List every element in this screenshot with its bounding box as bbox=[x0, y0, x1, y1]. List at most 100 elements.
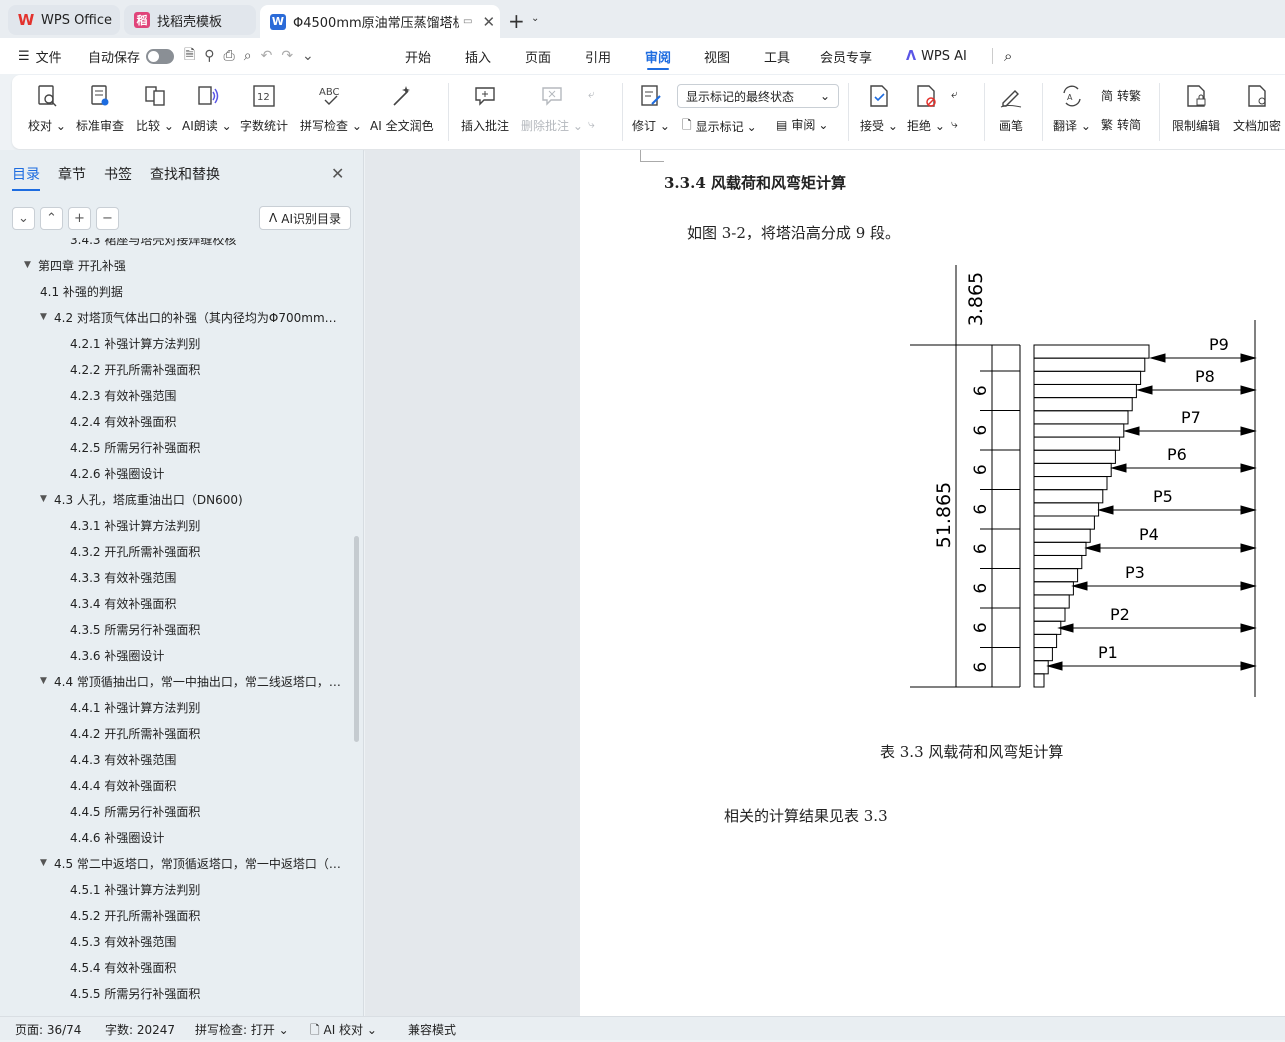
ai-read-button[interactable]: AI朗读 ⌄ bbox=[182, 83, 232, 134]
next-comment-icon[interactable]: ⤷ bbox=[588, 117, 595, 132]
std-review-button[interactable]: 标准审查 bbox=[76, 83, 124, 134]
toc-item[interactable]: 4.4.3 有效补强范围 bbox=[70, 746, 176, 772]
tab-document[interactable]: W Φ4500mm原油常压蒸馏塔机 ▭ ✕ bbox=[260, 5, 500, 38]
toc-item[interactable]: ▼ 第四章 开孔补强 bbox=[24, 252, 126, 278]
toc-scrollbar[interactable] bbox=[354, 536, 359, 742]
markup-state-select[interactable]: 显示标记的最终状态 ⌄ bbox=[677, 84, 839, 108]
expand-all-button[interactable]: ⌄ bbox=[12, 207, 35, 230]
toc-item[interactable]: 4.1 补强的判据 bbox=[40, 278, 123, 304]
tab-chapters[interactable]: 章节 bbox=[58, 164, 86, 184]
autosave-toggle[interactable]: 自动保存 bbox=[88, 38, 175, 74]
translate-button[interactable]: A 翻译 ⌄ bbox=[1053, 83, 1091, 134]
expand-caret-icon[interactable]: ▼ bbox=[40, 494, 54, 504]
spell-button[interactable]: ABC 拼写检查 ⌄ bbox=[300, 83, 362, 134]
toc-item[interactable]: ▼ 4.5 常二中返塔口，常顶循返塔口，常一中返塔口（… bbox=[40, 850, 341, 876]
redo-icon[interactable]: ↷ bbox=[281, 48, 302, 64]
page-count[interactable]: 页面: 36/74 bbox=[15, 1021, 81, 1038]
show-markup-button[interactable]: 🗋 显示标记 ⌄ bbox=[682, 116, 757, 137]
encrypt-button[interactable]: 文档加密 bbox=[1233, 83, 1281, 134]
toc-item[interactable]: 4.2.6 补强圈设计 bbox=[70, 460, 164, 486]
collapse-all-button[interactable]: ⌃ bbox=[40, 207, 63, 230]
close-pane-icon[interactable]: ✕ bbox=[331, 164, 344, 183]
toc-item[interactable]: 4.5.1 补强计算方法判别 bbox=[70, 876, 200, 902]
wordcount-button[interactable]: 12 字数统计 bbox=[240, 83, 288, 134]
toc-item[interactable]: 4.2.2 开孔所需补强面积 bbox=[70, 356, 200, 382]
menu-reference[interactable]: 引用 bbox=[585, 38, 611, 74]
ai-polish-button[interactable]: AI 全文润色 bbox=[370, 83, 434, 134]
more-chevron-icon[interactable]: ⌄ bbox=[302, 48, 323, 64]
link-icon[interactable]: ⚲ bbox=[204, 48, 223, 64]
toc-item[interactable]: ▼ 4.3 人孔，塔底重油出口（DN600) bbox=[40, 486, 243, 512]
expand-caret-icon[interactable]: ▼ bbox=[40, 858, 54, 868]
file-menu[interactable]: ☰ 文件 bbox=[18, 38, 62, 74]
ai-toc-button[interactable]: Ʌ AI识别目录 bbox=[259, 206, 351, 230]
section-heading[interactable]: 3.3.4 风载荷和风弯矩计算 bbox=[664, 172, 846, 193]
proof-button[interactable]: 校对 ⌄ bbox=[28, 83, 66, 134]
word-count[interactable]: 字数: 20247 bbox=[105, 1021, 175, 1038]
new-tab-button[interactable]: + bbox=[508, 9, 525, 33]
menu-start[interactable]: 开始 bbox=[405, 38, 431, 74]
tab-bookmarks[interactable]: 书签 bbox=[104, 164, 132, 184]
reject-button[interactable]: 拒绝 ⌄ bbox=[907, 83, 945, 134]
search-icon[interactable]: ⌕ bbox=[1004, 38, 1012, 74]
menu-tools[interactable]: 工具 bbox=[764, 38, 790, 74]
save-icon[interactable]: 🗎 bbox=[184, 44, 204, 68]
tab-find-replace[interactable]: 查找和替换 bbox=[150, 164, 220, 184]
to-traditional-button[interactable]: 简转繁 bbox=[1101, 87, 1141, 104]
tab-toc[interactable]: 目录 bbox=[12, 164, 40, 191]
toc-item[interactable]: 4.4.2 开孔所需补强面积 bbox=[70, 720, 200, 746]
expand-caret-icon[interactable]: ▼ bbox=[40, 676, 54, 686]
toc-item[interactable]: 4.3.1 补强计算方法判别 bbox=[70, 512, 200, 538]
add-level-button[interactable]: + bbox=[68, 207, 91, 230]
ai-proof-status[interactable]: 🗋 AI 校对 ⌄ bbox=[310, 1021, 377, 1042]
toc-item[interactable]: 4.2.4 有效补强面积 bbox=[70, 408, 176, 434]
toc-item[interactable]: 4.4.4 有效补强面积 bbox=[70, 772, 176, 798]
table-caption[interactable]: 表 3.3 风载荷和风弯矩计算 bbox=[880, 741, 1063, 762]
menu-member[interactable]: 会员专享 bbox=[820, 38, 872, 74]
toc-item[interactable]: 4.2.1 补强计算方法判别 bbox=[70, 330, 200, 356]
revise-button[interactable]: 修订 ⌄ bbox=[632, 83, 670, 134]
accept-button[interactable]: 接受 ⌄ bbox=[860, 83, 898, 134]
print-icon[interactable]: ⎙ bbox=[224, 48, 244, 64]
prev-comment-icon[interactable]: ⤶ bbox=[588, 87, 595, 102]
expand-caret-icon[interactable]: ▼ bbox=[24, 260, 38, 270]
toc-item[interactable]: 4.3.5 所需另行补强面积 bbox=[70, 616, 200, 642]
restrict-edit-button[interactable]: 限制编辑 bbox=[1172, 83, 1220, 134]
toggle-switch[interactable] bbox=[146, 48, 175, 64]
toc-item[interactable]: 4.3.3 有效补强范围 bbox=[70, 564, 176, 590]
toc-item[interactable]: 4.3.6 补强圈设计 bbox=[70, 642, 164, 668]
tab-wps-office[interactable]: W WPS Office bbox=[8, 5, 120, 35]
toc-item[interactable]: ▼ 4.4 常顶循抽出口，常一中抽出口，常二线返塔口，… bbox=[40, 668, 341, 694]
compare-button[interactable]: 比较 ⌄ bbox=[136, 83, 174, 134]
insert-comment-button[interactable]: 插入批注 bbox=[461, 83, 509, 134]
spell-status[interactable]: 拼写检查: 打开 ⌄ bbox=[195, 1021, 289, 1038]
tab-template[interactable]: 稻 找稻壳模板 bbox=[124, 5, 256, 35]
tab-list-chevron-icon[interactable]: ⌄ bbox=[531, 13, 539, 24]
undo-icon[interactable]: ↶ bbox=[261, 48, 282, 64]
toc-item[interactable]: 4.2.5 所需另行补强面积 bbox=[70, 434, 200, 460]
expand-caret-icon[interactable]: ▼ bbox=[40, 312, 54, 322]
paragraph[interactable]: 相关的计算结果见表 3.3 bbox=[724, 805, 888, 826]
preview-icon[interactable]: ⌕ bbox=[244, 48, 261, 64]
menu-insert[interactable]: 插入 bbox=[465, 38, 491, 74]
pen-button[interactable]: 画笔 bbox=[998, 83, 1024, 134]
next-change-icon[interactable]: ⤷ bbox=[951, 117, 958, 132]
to-simplified-button[interactable]: 繁转简 bbox=[1101, 116, 1141, 133]
toc-item[interactable]: 4.2.3 有效补强范围 bbox=[70, 382, 176, 408]
toc-item[interactable]: 4.3.4 有效补强面积 bbox=[70, 590, 176, 616]
toc-item[interactable]: 4.5.5 所需另行补强面积 bbox=[70, 980, 200, 1006]
paragraph[interactable]: 如图 3-2，将塔沿高分成 9 段。 bbox=[687, 222, 900, 243]
menu-wps-ai[interactable]: Ʌ WPS AI bbox=[906, 38, 967, 74]
toc-item[interactable]: 4.4.5 所需另行补强面积 bbox=[70, 798, 200, 824]
prev-change-icon[interactable]: ⤶ bbox=[951, 87, 958, 102]
toc-item[interactable]: 3.4.3 裙座与塔壳对接焊缝校核 bbox=[70, 238, 236, 252]
toc-item[interactable]: 4.5.4 有效补强面积 bbox=[70, 954, 176, 980]
review-pane-button[interactable]: ▤ 审阅 ⌄ bbox=[776, 116, 828, 133]
menu-review[interactable]: 审阅 bbox=[645, 38, 671, 74]
delete-comment-button[interactable]: 删除批注 ⌄ bbox=[521, 83, 583, 134]
toc-item[interactable]: 4.3.2 开孔所需补强面积 bbox=[70, 538, 200, 564]
toc-item[interactable]: 4.5.3 有效补强范围 bbox=[70, 928, 176, 954]
remove-level-button[interactable]: − bbox=[96, 207, 119, 230]
toc-item[interactable]: 4.4.1 补强计算方法判别 bbox=[70, 694, 200, 720]
toc-item[interactable]: 4.5.2 开孔所需补强面积 bbox=[70, 902, 200, 928]
